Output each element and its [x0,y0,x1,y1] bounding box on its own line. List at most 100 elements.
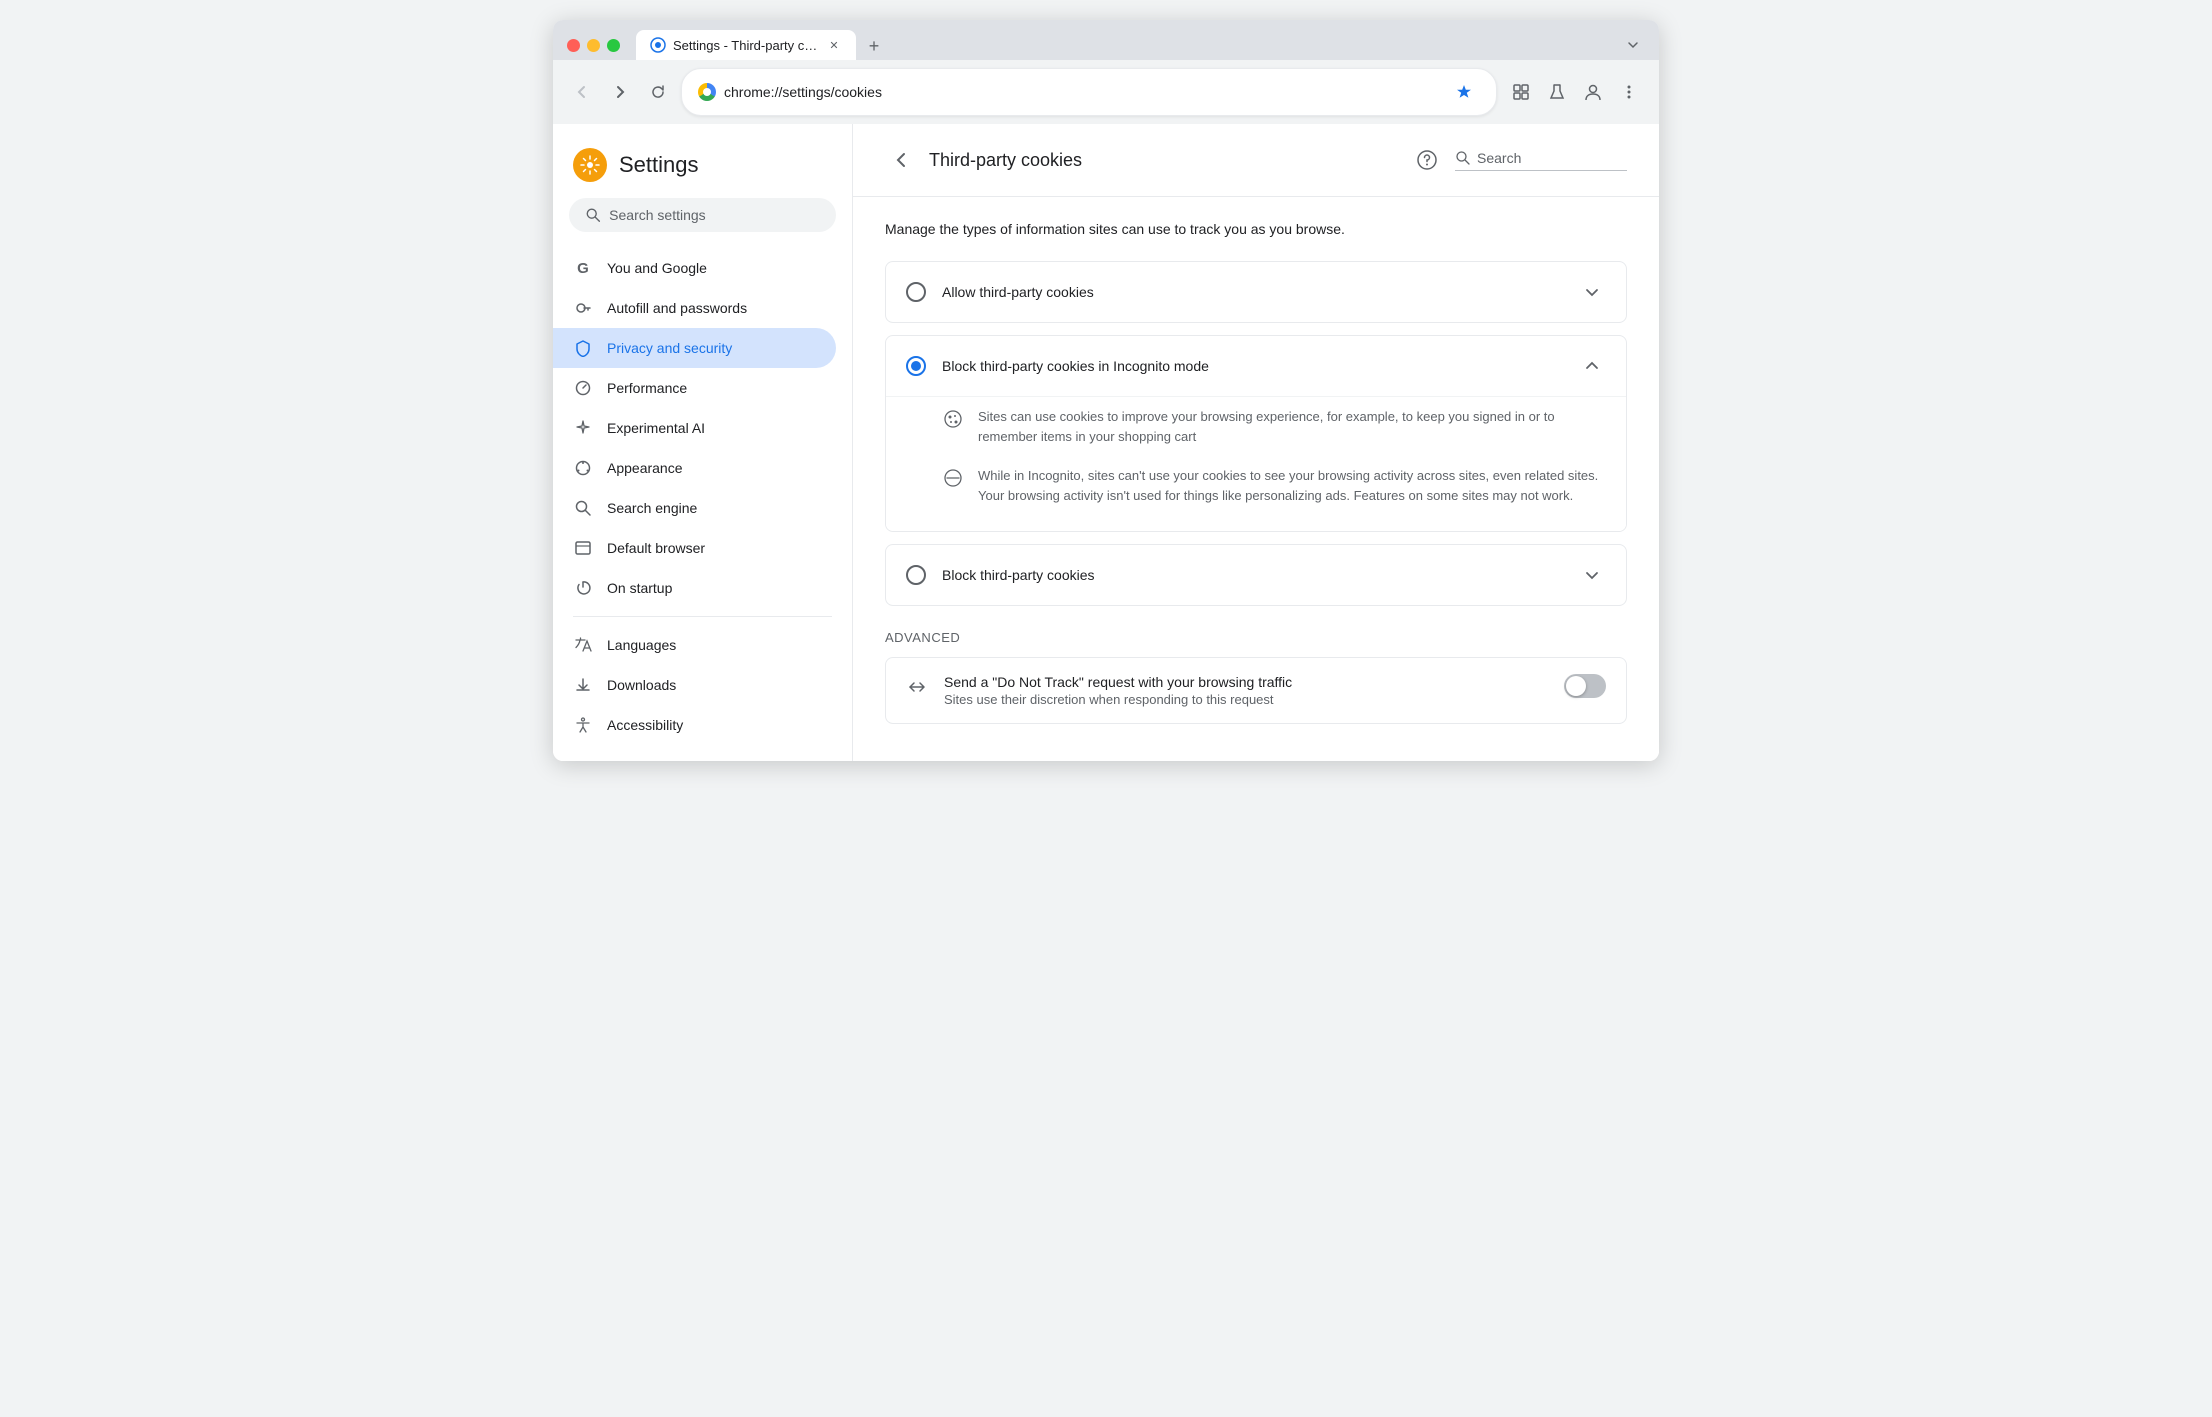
sidebar-label-privacy: Privacy and security [607,340,732,356]
back-icon [891,150,911,170]
sidebar-item-default-browser[interactable]: Default browser [553,528,836,568]
close-button[interactable] [567,39,580,52]
search-bar-wrap [553,198,852,248]
option-allow-row[interactable]: Allow third-party cookies [886,262,1626,322]
do-not-track-text: Send a "Do Not Track" request with your … [944,674,1548,707]
option-block-row[interactable]: Block third-party cookies [886,545,1626,605]
option-block-incognito-label: Block third-party cookies in Incognito m… [942,358,1562,374]
radio-block[interactable] [906,565,926,585]
do-not-track-title: Send a "Do Not Track" request with your … [944,674,1548,690]
settings-header: Settings [553,140,852,198]
sidebar-label-autofill: Autofill and passwords [607,300,747,316]
content-body: Manage the types of information sites ca… [853,197,1659,748]
search-nav-icon [573,498,593,518]
profile-button[interactable] [1577,76,1609,108]
sidebar-item-on-startup[interactable]: On startup [553,568,836,608]
sidebar-label-languages: Languages [607,637,676,653]
more-button[interactable] [1613,76,1645,108]
toggle-knob [1566,676,1586,696]
content-search-input[interactable] [1477,150,1627,166]
settings-search-input[interactable] [609,207,820,223]
gauge-icon [573,378,593,398]
tab-close-button[interactable]: ✕ [826,37,842,53]
google-icon: G [573,258,593,278]
sidebar-label-experimental-ai: Experimental AI [607,420,705,436]
content-back-button[interactable] [885,144,917,176]
minimize-button[interactable] [587,39,600,52]
sidebar-item-privacy[interactable]: Privacy and security [553,328,836,368]
download-icon [573,675,593,695]
url-text: chrome://settings/cookies [724,84,1440,100]
main-content: Third-party cookies M [853,124,1659,761]
chevron-block-button[interactable] [1578,561,1606,589]
profile-icon [1583,82,1603,102]
content-search[interactable] [1455,150,1627,171]
settings-search-bar[interactable] [569,198,836,232]
sidebar-item-accessibility[interactable]: Accessibility [553,705,836,745]
sidebar-label-performance: Performance [607,380,687,396]
help-button[interactable] [1411,144,1443,176]
back-button[interactable] [567,77,597,107]
star-icon [1455,83,1473,101]
sidebar-label-on-startup: On startup [607,580,672,596]
search-icon [585,206,601,224]
do-not-track-toggle[interactable] [1564,674,1606,698]
active-tab[interactable]: Settings - Third-party cookie ✕ [636,30,856,60]
page-title: Third-party cookies [929,150,1399,171]
sidebar-label-appearance: Appearance [607,460,683,476]
option-block-card: Block third-party cookies [885,544,1627,606]
content-header: Third-party cookies [853,124,1659,197]
expanded-text-cookie: Sites can use cookies to improve your br… [978,407,1606,446]
chevron-down-allow-icon [1582,282,1602,302]
maximize-button[interactable] [607,39,620,52]
chrome-logo-icon [698,83,716,101]
expanded-text-block: While in Incognito, sites can't use your… [978,466,1606,505]
do-not-track-row: Send a "Do Not Track" request with your … [885,657,1627,724]
radio-allow[interactable] [906,282,926,302]
sidebar-item-languages[interactable]: Languages [553,625,836,665]
radio-inner-dot [911,361,921,371]
settings-title: Settings [619,152,699,178]
browser-window: Settings - Third-party cookie ✕ + [553,20,1659,761]
sidebar-item-you-and-google[interactable]: G You and Google [553,248,836,288]
sidebar-item-autofill[interactable]: Autofill and passwords [553,288,836,328]
reload-icon [649,83,667,101]
forward-button[interactable] [605,77,635,107]
option-block-incognito-row[interactable]: Block third-party cookies in Incognito m… [886,336,1626,396]
extensions-button[interactable] [1505,76,1537,108]
sidebar-item-performance[interactable]: Performance [553,368,836,408]
sidebar-item-downloads[interactable]: Downloads [553,665,836,705]
reload-button[interactable] [643,77,673,107]
sidebar: Settings G You and Google [553,124,853,761]
gear-icon [580,155,600,175]
radio-block-incognito[interactable] [906,356,926,376]
section-description: Manage the types of information sites ca… [885,221,1627,237]
sidebar-label-you-and-google: You and Google [607,260,707,276]
expanded-item-cookie: Sites can use cookies to improve your br… [942,397,1606,456]
option-block-incognito-card: Block third-party cookies in Incognito m… [885,335,1627,532]
sidebar-item-experimental-ai[interactable]: Experimental AI [553,408,836,448]
new-tab-button[interactable]: + [860,32,888,60]
expanded-item-block: While in Incognito, sites can't use your… [942,456,1606,515]
tab-dropdown-button[interactable] [1621,33,1645,57]
chevron-down-block-icon [1582,565,1602,585]
flask-icon [1547,82,1567,102]
address-bar[interactable]: chrome://settings/cookies [681,68,1497,116]
puzzle-icon [1511,82,1531,102]
shield-icon [573,338,593,358]
search-small-icon [1455,150,1471,166]
cookie-icon [942,408,964,430]
chevron-allow-button[interactable] [1578,278,1606,306]
title-bar: Settings - Third-party cookie ✕ + [553,20,1659,60]
sidebar-item-appearance[interactable]: Appearance [553,448,836,488]
arrows-icon [906,676,928,698]
block-icon [942,467,964,489]
more-dots-icon [1619,82,1639,102]
lab-button[interactable] [1541,76,1573,108]
sidebar-item-search-engine[interactable]: Search engine [553,488,836,528]
option-allow-label: Allow third-party cookies [942,284,1562,300]
chevron-incognito-button[interactable] [1578,352,1606,380]
tab-title: Settings - Third-party cookie [673,38,819,53]
bookmark-button[interactable] [1448,76,1480,108]
do-not-track-subtitle: Sites use their discretion when respondi… [944,692,1548,707]
